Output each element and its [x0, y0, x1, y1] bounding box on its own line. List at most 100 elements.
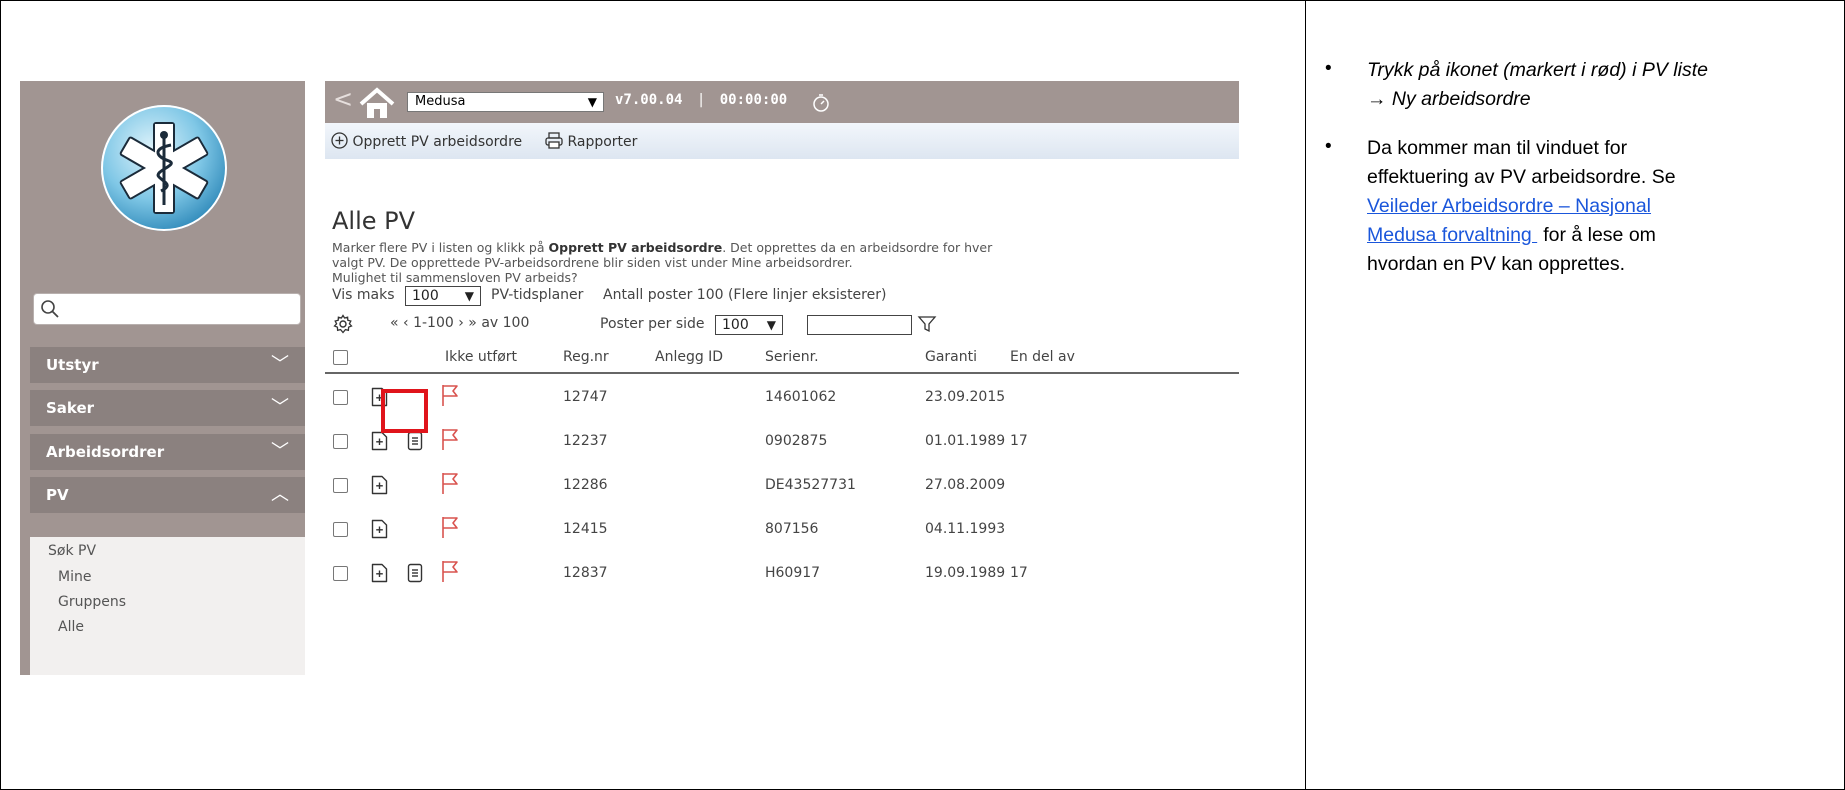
action-toolbar: Opprett PV arbeidsordre Rapporter [325, 123, 1239, 159]
flag-icon[interactable] [441, 515, 459, 539]
reports-label: Rapporter [567, 134, 638, 150]
new-workorder-icon[interactable] [371, 431, 388, 451]
new-workorder-icon[interactable] [371, 563, 388, 583]
note-2: Da kommer man til vinduet for effektueri… [1367, 134, 1676, 279]
flag-icon[interactable] [441, 383, 459, 407]
search-input[interactable] [33, 293, 301, 325]
cell-garanti: 23.09.2015 [925, 389, 1006, 405]
filter-input[interactable] [807, 315, 912, 335]
col-serienr[interactable]: Serienr. [765, 349, 819, 365]
submenu-gruppens[interactable]: Gruppens [58, 594, 126, 610]
note-text: → Ny arbeidsordre [1367, 88, 1531, 110]
col-en-del-av[interactable]: En del av [1010, 349, 1075, 365]
submenu-alle[interactable]: Alle [58, 619, 84, 635]
table-row[interactable]: 12747 14601062 23.09.2015 [325, 375, 1239, 423]
cell-garanti: 19.09.1989 [925, 565, 1006, 581]
pager: « ‹ 1-100 › » av 100 [390, 315, 529, 331]
settings-gear-icon[interactable] [333, 314, 353, 334]
reports-button[interactable]: Rapporter [545, 132, 637, 150]
pv-submenu: Søk PV Mine Gruppens Alle [30, 537, 305, 675]
chevron-down-icon: ﹀ [271, 354, 289, 375]
document-list-icon[interactable] [407, 431, 423, 451]
per-page-select[interactable]: 100 ▼ [715, 315, 783, 335]
create-pv-workorder-button[interactable]: Opprett PV arbeidsordre [331, 132, 522, 150]
document-list-icon[interactable] [407, 563, 423, 583]
flag-icon[interactable] [441, 559, 459, 583]
note-text: Trykk på ikonet (markert i rød) i PV lis… [1367, 59, 1708, 81]
stopwatch-icon[interactable] [811, 93, 831, 113]
cell-reg-nr: 12415 [563, 521, 608, 537]
next-page-icon[interactable]: › [458, 315, 464, 331]
desc-text: valgt PV. De opprettede PV-arbeidsordren… [332, 255, 853, 270]
cell-reg-nr: 12747 [563, 389, 608, 405]
row-checkbox[interactable] [333, 522, 348, 537]
desc-text: . Det opprettes da en arbeidsordre for h… [722, 240, 993, 255]
per-page-value: 100 [722, 317, 749, 333]
select-all-checkbox[interactable] [333, 350, 348, 365]
note-text: for å lese om [1543, 224, 1656, 246]
desc-text: Mulighet til sammensloven PV arbeids? [332, 270, 578, 285]
vis-maks-select[interactable]: 100 ▼ [405, 286, 481, 306]
prev-page-icon[interactable]: ‹ [403, 315, 409, 331]
table-row[interactable]: 12415 807156 04.11.1993 [325, 507, 1239, 555]
cell-serienr: 0902875 [765, 433, 828, 449]
page-title: Alle PV [332, 207, 416, 235]
new-workorder-icon[interactable] [371, 475, 388, 495]
back-arrow-icon[interactable]: < [333, 85, 353, 113]
col-ikke-utfort[interactable]: Ikke utført [445, 349, 517, 365]
sidebar-item-label: PV [46, 486, 69, 504]
flag-icon[interactable] [441, 427, 459, 451]
sidebar-item-arbeidsordrer[interactable]: Arbeidsordrer ﹀ [30, 434, 305, 470]
search-icon [41, 300, 59, 318]
desc-bold: Opprett PV arbeidsordre [548, 240, 723, 255]
first-page-icon[interactable]: « [390, 315, 399, 331]
table-row[interactable]: 12237 0902875 01.01.1989 17 [325, 419, 1239, 467]
submenu-mine[interactable]: Mine [58, 569, 91, 585]
col-reg-nr[interactable]: Reg.nr [563, 349, 609, 365]
sidebar-item-utstyr[interactable]: Utstyr ﹀ [30, 347, 305, 383]
row-checkbox[interactable] [333, 478, 348, 493]
guide-link[interactable]: Medusa forvaltning [1367, 224, 1537, 246]
highlight-box [381, 389, 428, 433]
last-page-icon[interactable]: » [468, 315, 477, 331]
vis-maks-label: Vis maks [332, 287, 395, 303]
filter-icon[interactable] [917, 314, 937, 334]
cell-serienr: 807156 [765, 521, 819, 537]
sidebar-item-label: Utstyr [46, 356, 99, 374]
per-page-label: Poster per side [600, 316, 705, 332]
plus-circle-icon [331, 132, 348, 149]
cell-serienr: H60917 [765, 565, 821, 581]
cell-en-del-av: 17 [1010, 565, 1028, 581]
cell-reg-nr: 12286 [563, 477, 608, 493]
sidebar: Utstyr ﹀ Saker ﹀ Arbeidsordrer ﹀ PV ︿ Sø… [20, 81, 305, 675]
table-row[interactable]: 12286 DE43527731 27.08.2009 [325, 463, 1239, 511]
vis-maks-value: 100 [412, 288, 439, 304]
new-workorder-icon[interactable] [371, 519, 388, 539]
guide-link[interactable]: Veileder Arbeidsordre – Nasjonal [1367, 195, 1651, 217]
cell-garanti: 04.11.1993 [925, 521, 1006, 537]
flag-icon[interactable] [441, 471, 459, 495]
sidebar-item-label: Saker [46, 399, 95, 417]
home-icon[interactable] [357, 86, 397, 120]
top-bar: < Medusa ▼ v7.00.04 | 00:00:00 [325, 81, 1239, 123]
row-checkbox[interactable] [333, 434, 348, 449]
product-select[interactable]: Medusa ▼ [407, 92, 604, 112]
row-checkbox[interactable] [333, 566, 348, 581]
sidebar-item-saker[interactable]: Saker ﹀ [30, 390, 305, 426]
pager-total: av 100 [481, 315, 530, 331]
bullet-icon: • [1325, 58, 1332, 79]
sidebar-item-pv[interactable]: PV ︿ [30, 477, 305, 513]
version-label: v7.00.04 [615, 92, 683, 108]
row-checkbox[interactable] [333, 390, 348, 405]
submenu-sok-pv[interactable]: Søk PV [48, 543, 96, 559]
chevron-down-icon: ﹀ [271, 441, 289, 462]
note-text: hvordan en PV kan opprettes. [1367, 253, 1626, 275]
col-anlegg-id[interactable]: Anlegg ID [655, 349, 723, 365]
bullet-icon: • [1325, 136, 1332, 157]
table-row[interactable]: 12837 H60917 19.09.1989 17 [325, 551, 1239, 599]
version-and-timer: v7.00.04 | 00:00:00 [615, 92, 787, 108]
printer-icon [545, 132, 563, 149]
create-pv-workorder-label: Opprett PV arbeidsordre [352, 134, 523, 150]
col-garanti[interactable]: Garanti [925, 349, 977, 365]
pager-range: 1-100 [413, 315, 454, 331]
